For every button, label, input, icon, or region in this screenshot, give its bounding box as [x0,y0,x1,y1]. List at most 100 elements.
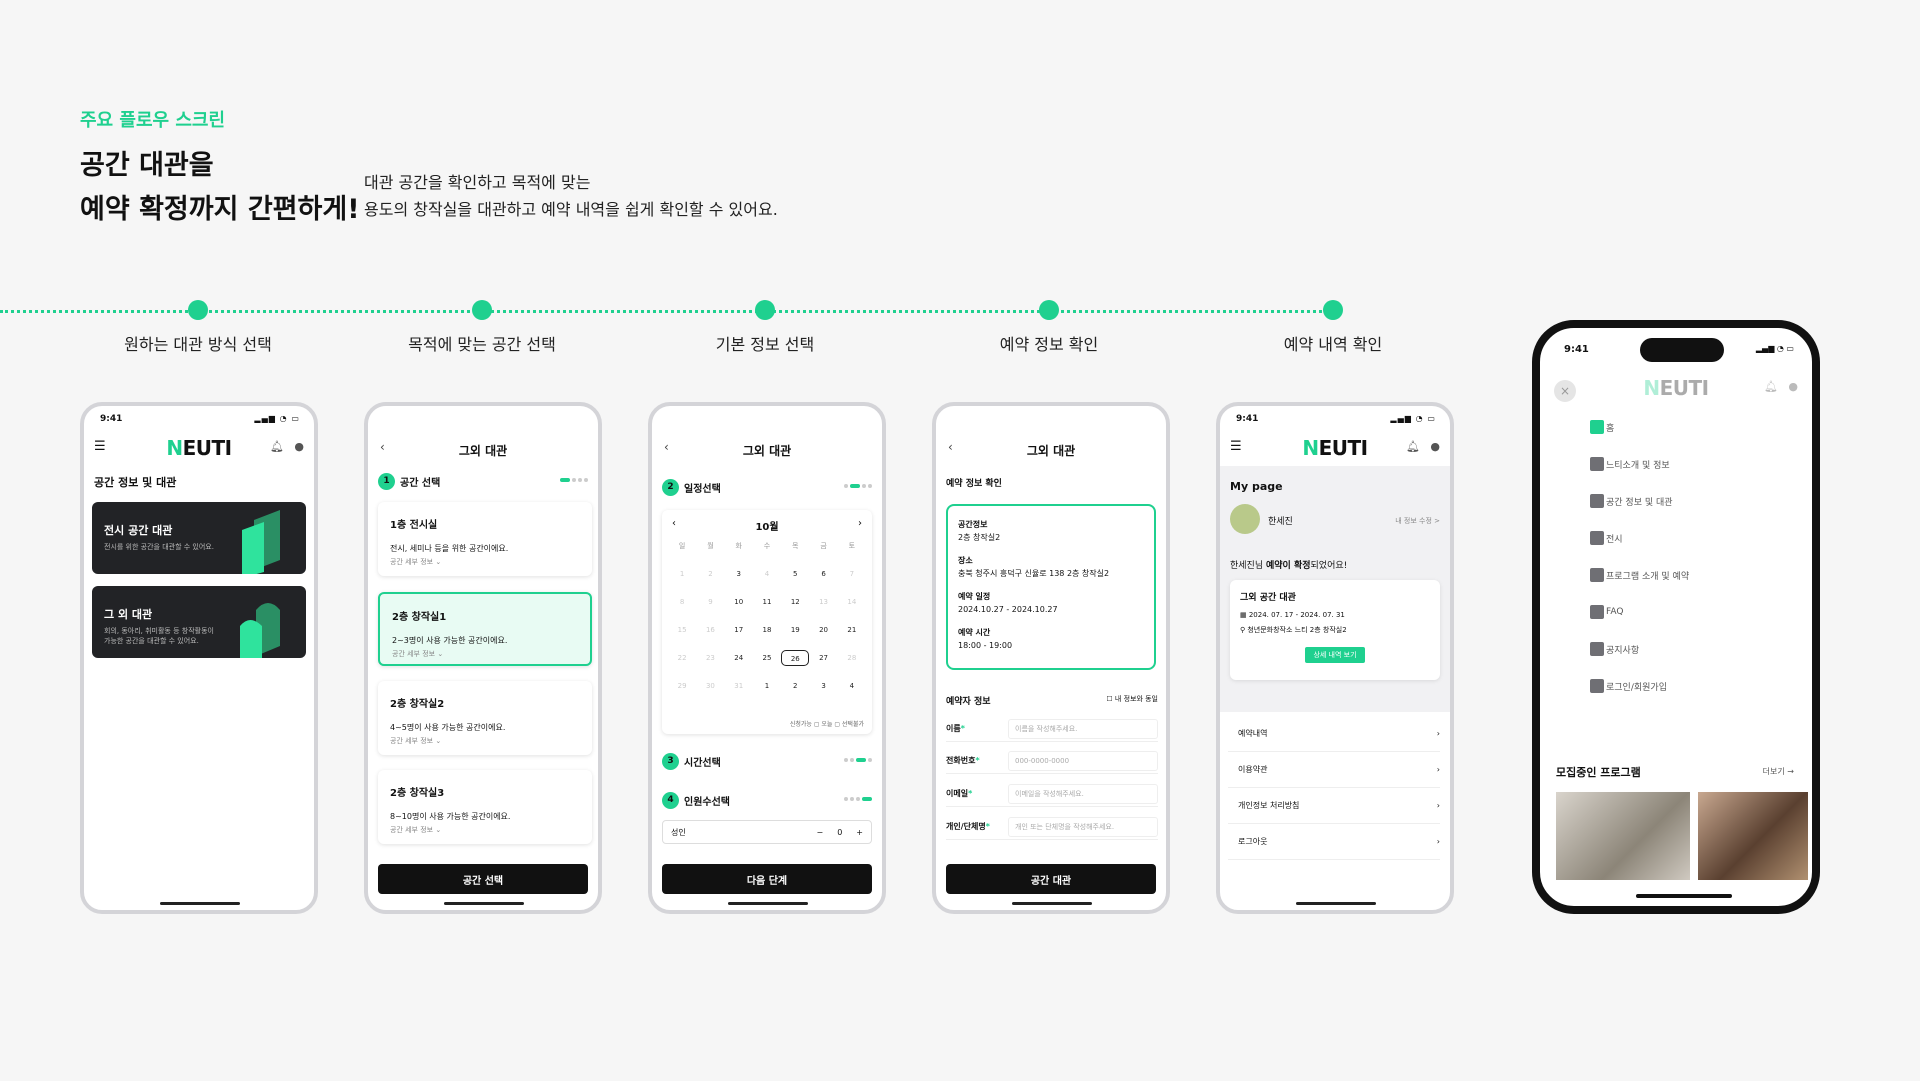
org-input[interactable]: 개인 또는 단체명을 작성해주세요. [1008,816,1158,837]
menu-terms[interactable]: 이용약관 › [1228,752,1440,788]
email-input[interactable]: 이메일을 작성해주세요. [1008,783,1158,804]
detail-toggle[interactable]: 공간 세부 정보 ⌄ [392,649,578,659]
bell-icon[interactable]: 🔔︎ [270,440,284,453]
calendar-day[interactable]: 2 [781,678,809,694]
menu-reservations[interactable]: 예약내역 › [1228,716,1440,752]
menu-privacy[interactable]: 개인정보 처리방침 › [1228,788,1440,824]
calendar-day[interactable]: 27 [809,650,837,666]
calendar-day[interactable]: 28 [838,650,866,666]
space-card-2-selected[interactable]: 2층 창작실1 2~3명이 사용 가능한 공간이에요. 공간 세부 정보 ⌄ [378,592,592,666]
calendar-day[interactable]: 14 [838,594,866,610]
detail-toggle[interactable]: 공간 세부 정보 ⌄ [390,736,580,746]
weekday-label: 수 [763,542,771,550]
more-link[interactable]: 더보기 → [1763,766,1794,777]
space-card-1[interactable]: 1층 전시실 전시, 세미나 등을 위한 공간이에요. 공간 세부 정보 ⌄ [378,502,592,576]
calendar-day[interactable]: 3 [725,566,753,582]
calendar-day[interactable]: 13 [809,594,837,610]
nav-program[interactable]: 프로그램 소개 및 예약 [1590,568,1689,582]
calendar-day[interactable]: 26 [781,650,810,666]
step-schedule: 2 일정선택 [662,476,872,498]
field-label: 전화번호 [946,756,976,765]
space-card-3[interactable]: 2층 창작실2 4~5명이 사용 가능한 공간이에요. 공간 세부 정보 ⌄ [378,681,592,755]
step-time[interactable]: 3 시간선택 [662,750,872,772]
logo-rest: EUTI [182,436,233,460]
calendar-legend: 신청가능 ▢ 오늘 ▢ 선택불가 [789,721,864,728]
other-rental-card[interactable]: 그 외 대관 회의, 동아리, 취미활동 등 창작활동이 가능한 공간을 대관할… [92,586,306,658]
calendar-day[interactable]: 22 [668,650,696,666]
calendar-day[interactable]: 1 [668,566,696,582]
calendar-day[interactable]: 21 [838,622,866,638]
calendar-day[interactable]: 29 [668,678,696,694]
calendar-day[interactable]: 24 [725,650,753,666]
calendar-day[interactable]: 15 [668,622,696,638]
chevron-right-icon: › [1436,729,1440,738]
calendar-day[interactable]: 7 [838,566,866,582]
calendar-day[interactable]: 31 [725,678,753,694]
calendar-day[interactable]: 8 [668,594,696,610]
calendar-day[interactable]: 9 [696,594,724,610]
calendar-day[interactable]: 20 [809,622,837,638]
calendar-day[interactable]: 10 [725,594,753,610]
nav-space[interactable]: 공간 정보 및 대관 [1590,494,1673,508]
nav-faq[interactable]: FAQ [1590,605,1623,619]
card-title: 그외 공간 대관 [1240,593,1296,603]
name-input[interactable]: 이름을 작성해주세요. [1008,718,1158,739]
calendar-day[interactable]: 19 [781,622,809,638]
plus-button[interactable]: + [856,828,863,837]
program-thumbnail-2[interactable] [1698,792,1808,880]
same-info-checkbox[interactable]: ☐ 내 정보와 동일 [1106,694,1158,704]
view-detail-button[interactable]: 상세 내역 보기 [1305,647,1365,663]
progress-dots [842,758,872,762]
calendar-day[interactable]: 17 [725,622,753,638]
next-step-button[interactable]: 다음 단계 [662,864,872,894]
calendar-day[interactable]: 16 [696,622,724,638]
space-card-4[interactable]: 2층 창작실3 8~10명이 사용 가능한 공간이에요. 공간 세부 정보 ⌄ [378,770,592,844]
bell-icon[interactable]: 🔔︎ [1406,440,1420,453]
exhibition-rental-card[interactable]: 전시 공간 대관 전시를 위한 공간을 대관할 수 있어요. [92,502,306,574]
step-number: 1 [378,472,395,490]
nav-exhibition[interactable]: 전시 [1590,531,1623,545]
confirm-message: 한세진님 예약이 확정되었어요! [1230,558,1347,571]
home-indicator [1636,894,1732,898]
select-space-button[interactable]: 공간 선택 [378,864,588,894]
section-title: 예약 정보 확인 [946,479,1002,489]
calendar-day[interactable]: 25 [753,650,781,666]
calendar-day[interactable]: 4 [753,566,781,582]
calendar-day[interactable]: 5 [781,566,809,582]
calendar-day[interactable]: 18 [753,622,781,638]
nav-notice[interactable]: 공지사항 [1590,642,1639,656]
home-indicator [444,902,524,905]
card-desc: 전시, 세미나 등을 위한 공간이에요. [390,544,509,553]
info-value: 2024.10.27 - 2024.10.27 [958,605,1058,614]
edit-profile-link[interactable]: 내 정보 수정 > [1395,516,1440,526]
rent-space-button[interactable]: 공간 대관 [946,864,1156,894]
menu-logout[interactable]: 로그아웃 › [1228,824,1440,860]
calendar-day[interactable]: 30 [696,678,724,694]
nav-home[interactable]: 홈 [1590,420,1614,434]
user-icon[interactable]: ● [294,440,304,453]
minus-button[interactable]: − [817,828,824,837]
calendar-day[interactable]: 6 [809,566,837,582]
calendar-day[interactable]: 11 [753,594,781,610]
step-title: 인원수선택 [684,796,730,808]
detail-toggle[interactable]: 공간 세부 정보 ⌄ [390,825,580,835]
timeline-dot-2 [472,300,492,320]
calendar-day[interactable]: 12 [781,594,809,610]
nav-login[interactable]: 로그인/회원가입 [1590,679,1667,693]
calendar-day[interactable]: 1 [753,678,781,694]
step-label-4: 예약 정보 확인 [999,335,1099,354]
nav-about[interactable]: 느티소개 및 정보 [1590,457,1670,471]
logo-accent: N [1302,436,1319,460]
user-icon[interactable]: ● [1430,440,1440,453]
program-thumbnail-1[interactable] [1556,792,1690,880]
detail-toggle[interactable]: 공간 세부 정보 ⌄ [390,557,580,567]
phone-input[interactable]: 000-0000-0000 [1008,750,1158,771]
calendar-day[interactable]: 4 [838,678,866,694]
calendar-day[interactable]: 2 [696,566,724,582]
calendar-day[interactable]: 3 [809,678,837,694]
calendar-day[interactable]: 23 [696,650,724,666]
next-month-icon[interactable]: › [858,518,862,529]
status-icons: ▂▄▆ ◔ ▭ [1755,344,1794,353]
building-illustration-icon [242,510,280,574]
card-desc: 4~5명이 사용 가능한 공간이에요. [390,723,506,732]
